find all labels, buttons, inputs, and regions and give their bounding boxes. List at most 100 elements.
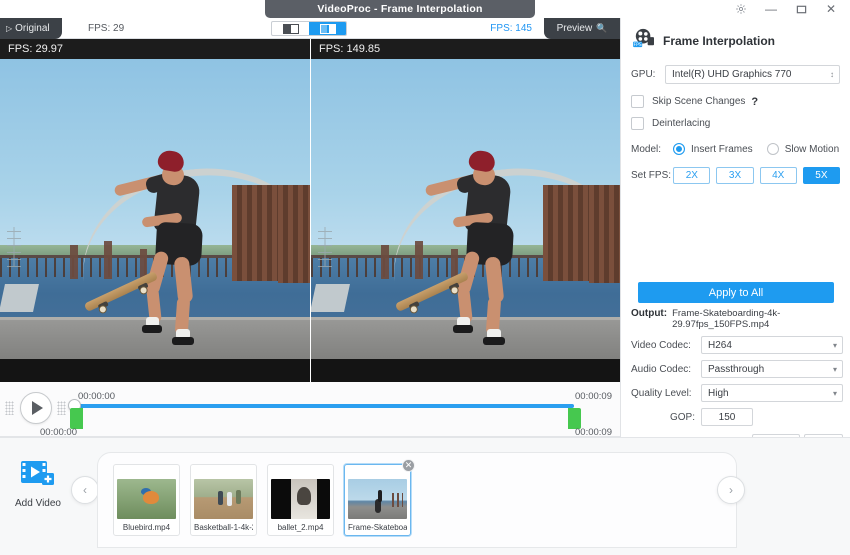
- output-file-row: Output: Frame-Skateboarding-4k-29.97fps_…: [631, 308, 843, 330]
- audio-codec-row: Audio Codec: Passthrough ▾: [631, 360, 843, 378]
- maximize-button[interactable]: [786, 0, 816, 18]
- radio-slow-motion[interactable]: [767, 143, 779, 155]
- skip-scene-changes-row[interactable]: Skip Scene Changes ?: [631, 95, 840, 108]
- video-pane-original[interactable]: FPS: 29.97: [0, 39, 310, 382]
- window-title: VideoProc - Frame Interpolation: [265, 0, 535, 18]
- front-shoe: [453, 325, 473, 333]
- power-pylon: [7, 227, 21, 267]
- video-codec-row: Video Codec: H264 ▾: [631, 336, 843, 354]
- thumbnail-label: ballet_2.mp4: [271, 523, 330, 532]
- settings-gear-icon[interactable]: [726, 0, 756, 18]
- play-button[interactable]: [20, 392, 52, 424]
- power-pylon: [318, 227, 332, 267]
- close-button[interactable]: ✕: [816, 0, 846, 18]
- set-fps-row: Set FPS: 2X 3X 4X 5X: [631, 167, 840, 184]
- back-shoe: [483, 337, 505, 345]
- thumbnail-image: [117, 479, 176, 519]
- apply-to-all-button[interactable]: Apply to All: [638, 282, 834, 303]
- overlay-fps-original: FPS: 29.97: [0, 39, 310, 59]
- add-video-label: Add Video: [15, 498, 61, 509]
- tab-preview[interactable]: Preview 🔍: [544, 18, 620, 39]
- tab-original[interactable]: ▷ Original: [0, 18, 62, 39]
- deinterlacing-checkbox[interactable]: [631, 117, 644, 130]
- fps-option-3x[interactable]: 3X: [716, 167, 753, 184]
- minimize-button[interactable]: —: [756, 0, 786, 18]
- front-shoe: [142, 325, 162, 333]
- overlay-fps-interpolated: FPS: 149.85: [311, 39, 620, 59]
- library-next-button[interactable]: ›: [717, 476, 745, 504]
- library-prev-button[interactable]: ‹: [71, 476, 99, 504]
- list-item[interactable]: ballet_2.mp4: [267, 464, 334, 536]
- audio-codec-value: Passthrough: [708, 364, 764, 375]
- deinterlacing-row[interactable]: Deinterlacing: [631, 117, 840, 130]
- fps-option-5x[interactable]: 5X: [803, 167, 840, 184]
- quality-level-row: Quality Level: High ▾: [631, 384, 843, 402]
- output-label: Output:: [631, 308, 667, 319]
- video-pane-interpolated[interactable]: FPS: 149.85: [310, 39, 620, 382]
- gop-row: GOP: 150: [631, 408, 843, 426]
- bridge-pier-2: [415, 241, 423, 279]
- add-video-button[interactable]: Add Video: [8, 458, 68, 509]
- compare-mode-side-by-side[interactable]: [272, 22, 309, 35]
- model-row: Model: Insert Frames Slow Motion: [631, 143, 840, 155]
- audio-codec-select[interactable]: Passthrough ▾: [701, 360, 843, 378]
- help-icon[interactable]: ?: [751, 96, 758, 108]
- videoproc-window: VideoProc - Frame Interpolation — ✕ ▷ Or…: [0, 0, 850, 555]
- skip-scene-changes-label: Skip Scene Changes: [652, 96, 745, 107]
- chevron-down-icon: ▾: [833, 341, 837, 350]
- skateboarder-figure: [120, 151, 240, 341]
- skip-scene-changes-checkbox[interactable]: [631, 95, 644, 108]
- gpu-row: GPU: Intel(R) UHD Graphics 770 ↕: [631, 65, 840, 84]
- add-video-icon: [20, 458, 56, 493]
- gpu-select[interactable]: Intel(R) UHD Graphics 770 ↕: [665, 65, 840, 84]
- radio-insert-frames[interactable]: [673, 143, 685, 155]
- drag-grip-right[interactable]: [57, 401, 66, 415]
- set-fps-label: Set FPS:: [631, 170, 673, 181]
- tab-preview-label: Preview: [557, 23, 593, 34]
- video-codec-select[interactable]: H264 ▾: [701, 336, 843, 354]
- compare-mode-split-slider[interactable]: [309, 22, 346, 35]
- media-library-bar: Add Video ‹ Bluebird.mp4 Basketball-1-4k…: [0, 437, 850, 555]
- play-icon: [32, 401, 43, 415]
- drag-grip-left[interactable]: [5, 401, 14, 415]
- panel-title: Frame Interpolation: [663, 34, 775, 48]
- concrete-slab: [0, 284, 39, 312]
- svg-text:FPS: FPS: [634, 42, 642, 48]
- gop-input[interactable]: 150: [701, 408, 753, 426]
- timeline-progress: [74, 404, 574, 408]
- remove-media-button[interactable]: ✕: [402, 459, 415, 472]
- quality-level-select[interactable]: High ▾: [701, 384, 843, 402]
- chevron-down-icon: ▾: [833, 389, 837, 398]
- bridge-pier-2: [104, 241, 112, 279]
- back-shoe: [172, 337, 194, 345]
- title-bar: VideoProc - Frame Interpolation — ✕: [0, 0, 850, 18]
- output-file-name: Frame-Skateboarding-4k-29.97fps_150FPS.m…: [672, 308, 843, 330]
- media-thumbnail-strip[interactable]: Bluebird.mp4 Basketball-1-4k-2 ballet_2.…: [97, 452, 737, 548]
- trim-handle-start[interactable]: [70, 408, 83, 429]
- timeline-in-label-top: 00:00:00: [78, 391, 115, 402]
- video-codec-label: Video Codec:: [631, 340, 701, 351]
- letterbox-bottom-left: [0, 359, 310, 382]
- chevron-down-icon: ▾: [833, 365, 837, 374]
- bridge-pier-1: [381, 245, 389, 279]
- split-view-toggle[interactable]: [271, 21, 347, 36]
- video-compare-area[interactable]: FPS: 29.97: [0, 39, 620, 382]
- fps-option-4x[interactable]: 4X: [760, 167, 797, 184]
- updown-chevron-icon: ↕: [830, 70, 834, 79]
- list-item[interactable]: ✕ Frame-Skateboar: [344, 464, 411, 536]
- fps-option-2x[interactable]: 2X: [673, 167, 710, 184]
- list-item[interactable]: Bluebird.mp4: [113, 464, 180, 536]
- radio-insert-frames-label: Insert Frames: [691, 144, 753, 155]
- list-item[interactable]: Basketball-1-4k-2: [190, 464, 257, 536]
- panel-header: FPS Frame Interpolation: [633, 28, 840, 53]
- thumbnail-label: Basketball-1-4k-2: [194, 523, 253, 532]
- skateboarder-figure: [431, 151, 551, 341]
- video-frame-interpolated: [311, 59, 620, 359]
- gop-label: GOP:: [631, 412, 701, 423]
- source-fps-label: FPS: 29: [88, 18, 124, 39]
- bridge-pier-1: [70, 245, 78, 279]
- magnifier-icon: 🔍: [596, 23, 607, 34]
- trim-handle-end[interactable]: [568, 408, 581, 429]
- timeline-track[interactable]: [74, 404, 574, 408]
- film-reel-fps-icon: FPS: [633, 28, 655, 53]
